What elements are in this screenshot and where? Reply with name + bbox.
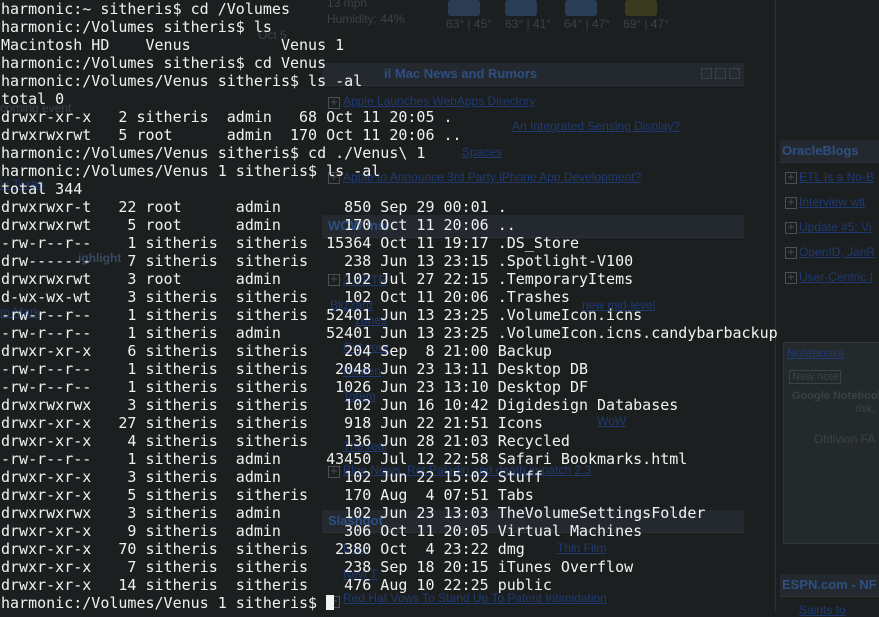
terminal-line: Macintosh HD Venus Venus 1: [1, 36, 345, 54]
terminal-line: drw------- 7 sitheris sitheris 238 Jun 1…: [1, 252, 634, 270]
shell-prompt: harmonic:/Volumes/Venus 1 sitheris$: [1, 594, 327, 612]
terminal-line: harmonic:/Volumes sitheris$ ls: [1, 18, 272, 36]
terminal-line: harmonic:/Volumes/Venus sitheris$ ls -al: [1, 72, 363, 90]
cursor-caret: [326, 595, 335, 610]
espn-panel-header: ESPN.com - NF: [780, 574, 879, 597]
terminal-line: d-wx-wx-wt 3 sitheris sitheris 102 Oct 1…: [1, 288, 570, 306]
expand-icon[interactable]: +: [785, 197, 797, 209]
terminal-line: harmonic:/Volumes/Venus sitheris$ cd ./V…: [1, 144, 426, 162]
terminal-line: drwxr-xr-x 70 sitheris sitheris 2380 Oct…: [1, 540, 525, 558]
terminal-line: drwxrwxrwx 3 sitheris sitheris 102 Jun 1…: [1, 396, 679, 414]
expand-icon[interactable]: +: [785, 222, 797, 234]
oracle-panel-header: OracleBlogs: [780, 140, 879, 163]
terminal-line: drwxr-xr-x 2 sitheris admin 68 Oct 11 20…: [1, 108, 453, 126]
terminal-line: drwxrwxrwt 3 root admin 102 Jul 27 22:15…: [1, 270, 634, 288]
terminal-line: drwxr-xr-x 4 sitheris sitheris 136 Jun 2…: [1, 432, 570, 450]
terminal-line: harmonic:/Volumes sitheris$ cd Venus: [1, 54, 327, 72]
expand-icon[interactable]: +: [785, 172, 797, 184]
terminal-line: total 0: [1, 90, 65, 108]
terminal-line: -rw-r--r-- 1 sitheris admin 52401 Jun 13…: [1, 324, 778, 342]
blog-item[interactable]: ETL Is a No-B: [799, 170, 874, 184]
blog-item[interactable]: OpenID, JanR: [799, 245, 875, 259]
terminal-line: drwxrwxrwx 3 sitheris admin 102 Jun 23 1…: [1, 504, 706, 522]
terminal-line: -rw-r--r-- 1 sitheris sitheris 52401 Jun…: [1, 306, 643, 324]
terminal-line: drwxr-xr-x 14 sitheris sitheris 476 Aug …: [1, 576, 552, 594]
terminal-line: drwxrwxr-t 22 root admin 850 Sep 29 00:0…: [1, 198, 507, 216]
espn-panel-title: ESPN.com - NF: [782, 577, 877, 592]
expand-icon[interactable]: +: [785, 272, 797, 284]
google-notebook-label: Google Notebook: [792, 390, 879, 402]
notebook-entry[interactable]: Oblivion FA: [814, 432, 875, 446]
terminal-prompt-line[interactable]: harmonic:/Volumes/Venus 1 sitheris$: [1, 594, 778, 612]
blog-item[interactable]: Update #5: Vi: [799, 220, 872, 234]
terminal-line: -rw-r--r-- 1 sitheris admin 43450 Jul 12…: [1, 450, 688, 468]
blog-item[interactable]: Saints to: [799, 603, 846, 617]
terminal-line: harmonic:/Volumes/Venus 1 sitheris$ ls -…: [1, 162, 381, 180]
blog-item[interactable]: User-Centric I: [799, 270, 873, 284]
terminal-line: -rw-r--r-- 1 sitheris sitheris 15364 Oct…: [1, 234, 579, 252]
oracle-panel-title: OracleBlogs: [782, 143, 859, 158]
terminal-line: drwxr-xr-x 6 sitheris sitheris 204 Sep 8…: [1, 342, 552, 360]
terminal-output[interactable]: harmonic:~ sitheris$ cd /Volumes harmonic…: [1, 0, 778, 612]
terminal-line: drwxr-xr-x 5 sitheris sitheris 170 Aug 4…: [1, 486, 534, 504]
notebooks-tab[interactable]: Notebooks: [787, 346, 844, 360]
terminal-line: drwxr-xr-x 9 sitheris admin 306 Oct 11 2…: [1, 522, 643, 540]
terminal-line: harmonic:~ sitheris$ cd /Volumes: [1, 0, 290, 18]
terminal-line: drwxrwxrwt 5 root admin 170 Oct 11 20:06…: [1, 126, 462, 144]
blog-item[interactable]: Interview wit: [799, 195, 865, 209]
terminal-line: total 344: [1, 180, 83, 198]
terminal-line: drwxr-xr-x 3 sitheris admin 102 Jun 22 1…: [1, 468, 543, 486]
terminal-line: -rw-r--r-- 1 sitheris sitheris 2048 Jun …: [1, 360, 588, 378]
notebook-text: risk,: [855, 403, 876, 415]
new-note-button[interactable]: New note: [789, 370, 842, 384]
expand-icon[interactable]: +: [785, 247, 797, 259]
terminal-line: drwxrwxrwt 5 root admin 170 Oct 11 20:06…: [1, 216, 516, 234]
terminal-line: drwxr-xr-x 7 sitheris sitheris 238 Sep 1…: [1, 558, 634, 576]
terminal-line: drwxr-xr-x 27 sitheris sitheris 918 Jun …: [1, 414, 543, 432]
terminal-line: -rw-r--r-- 1 sitheris sitheris 1026 Jun …: [1, 378, 588, 396]
